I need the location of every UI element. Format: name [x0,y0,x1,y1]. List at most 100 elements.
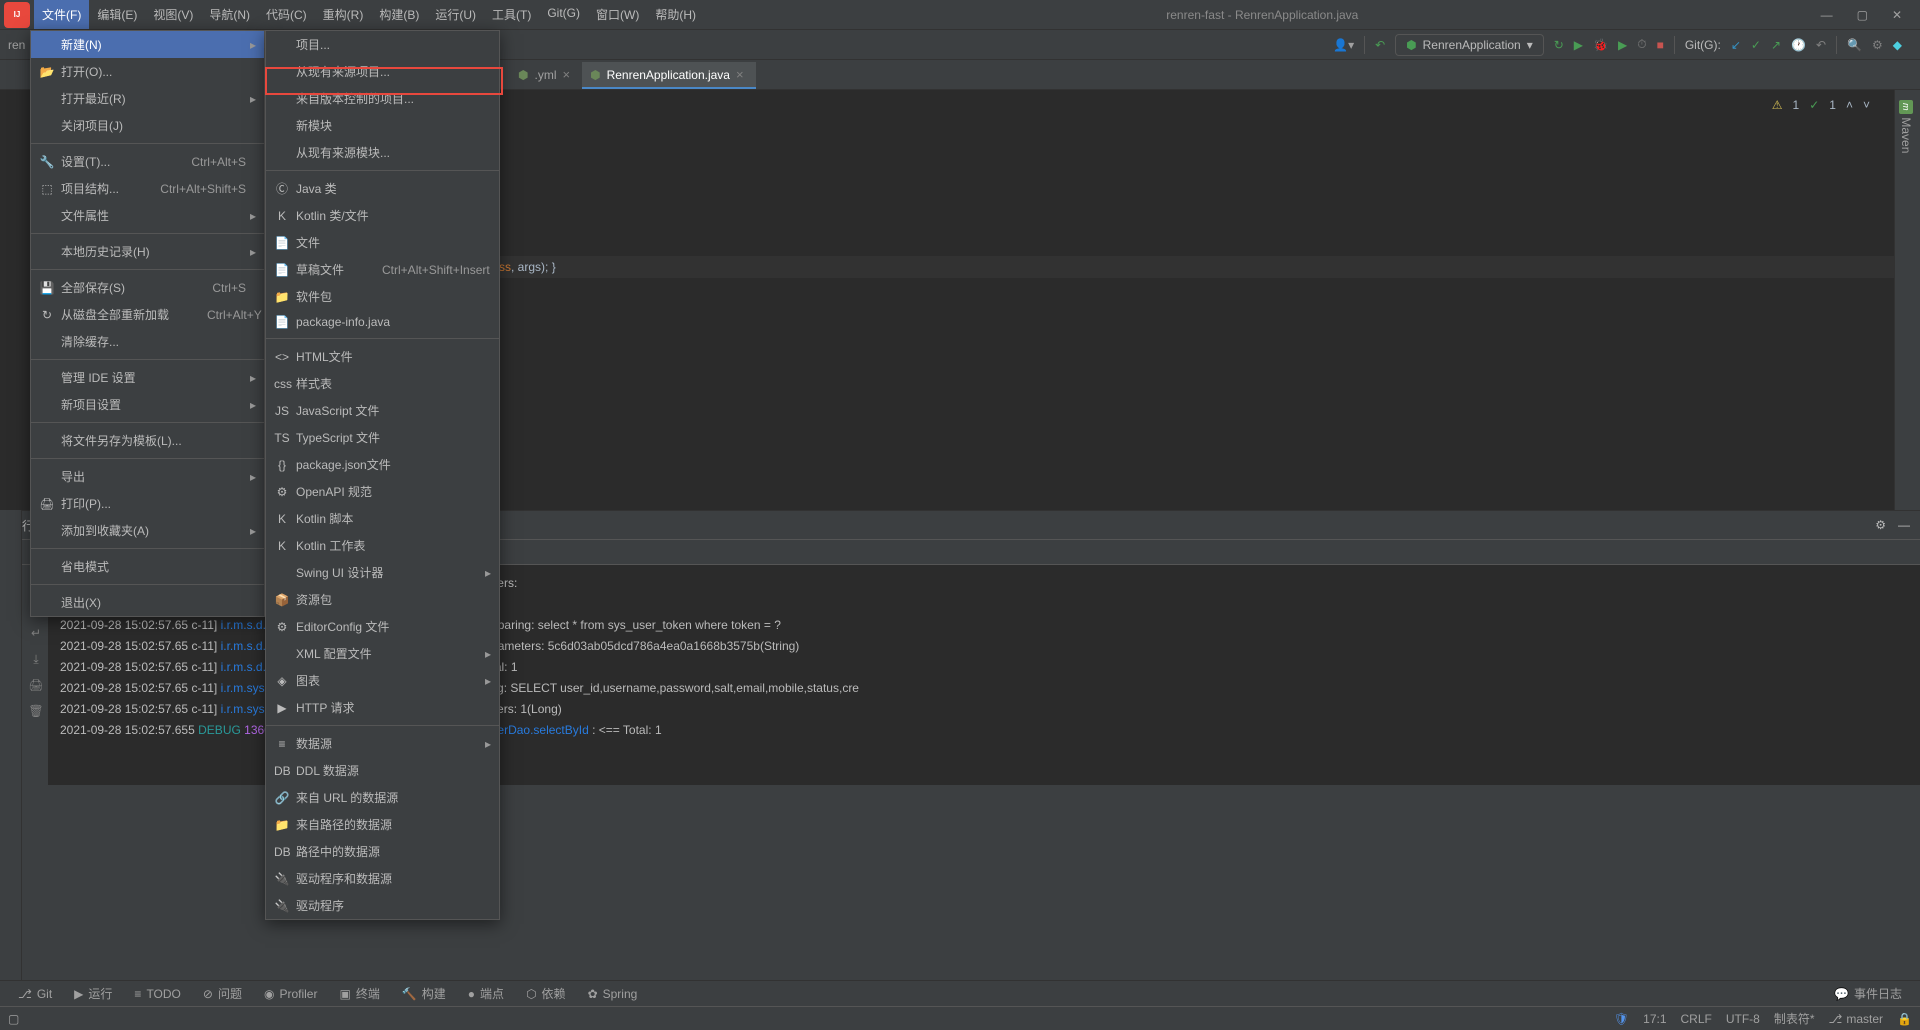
run-icon[interactable]: ▶ [1574,38,1583,52]
wrap-icon[interactable]: ↵ [28,625,44,641]
git-update-icon[interactable]: ↙ [1731,38,1741,52]
menu-item[interactable]: 来自版本控制的项目... [266,85,499,112]
bottom-tab[interactable]: ✿Spring [578,983,648,1005]
menu-item[interactable]: KKotlin 脚本 [266,505,499,532]
menu-item[interactable]: DBDDL 数据源 [266,757,499,784]
print-icon[interactable]: 🖨 [28,677,44,693]
menu-item[interactable]: 本地历史记录(H)▸ [31,238,264,265]
coverage-icon[interactable]: ▶ [1618,38,1627,52]
menu-item[interactable]: 项目... [266,31,499,58]
profile-icon[interactable]: ⏱ [1637,37,1646,52]
menu-item[interactable]: Swing UI 设计器▸ [266,559,499,586]
shield-icon[interactable]: 🛡 [1614,1012,1629,1026]
menu-item[interactable]: 重构(R) [315,0,372,29]
settings-icon[interactable]: ⚙ [1872,38,1883,52]
event-log-tab[interactable]: 💬事件日志 [1824,981,1912,1006]
bottom-tab[interactable]: 🔨构建 [392,981,456,1006]
menu-item[interactable]: Git(G) [539,0,588,29]
menu-item[interactable]: 🔌驱动程序和数据源 [266,865,499,892]
menu-item[interactable]: 代码(C) [258,0,315,29]
close-icon[interactable]: ✕ [1892,8,1902,22]
hide-icon[interactable]: — [1898,518,1910,532]
menu-item[interactable]: 管理 IDE 设置▸ [31,364,264,391]
menu-item[interactable]: 文件(F) [34,0,89,29]
chevron-down-icon[interactable]: ˅ [1863,94,1870,116]
menu-item[interactable]: 帮助(H) [647,0,704,29]
bottom-tab[interactable]: ▣终端 [329,981,389,1006]
search-icon[interactable]: 🔍 [1847,38,1862,52]
menu-item[interactable]: ▶HTTP 请求 [266,694,499,721]
file-encoding[interactable]: UTF-8 [1726,1012,1760,1026]
user-icon[interactable]: 👤▾ [1333,38,1354,52]
menu-item[interactable]: ⒸJava 类 [266,175,499,202]
git-history-icon[interactable]: 🕐 [1791,38,1806,52]
menu-item[interactable]: 编辑(E) [89,0,145,29]
code-inspection-status[interactable]: ⚠1 ✓1 ˄ ˅ [1772,94,1870,116]
menu-item[interactable]: DB路径中的数据源 [266,838,499,865]
menu-item[interactable]: KKotlin 类/文件 [266,202,499,229]
stop-icon[interactable]: ■ [1657,38,1664,52]
maximize-icon[interactable]: ▢ [1857,8,1868,22]
menu-item[interactable]: 🔌驱动程序 [266,892,499,919]
indent-info[interactable]: 制表符* [1774,1010,1815,1027]
menu-item[interactable]: 🖨打印(P)... [31,490,264,517]
bottom-tab[interactable]: ⊘问题 [193,981,252,1006]
menu-item[interactable]: ≡数据源▸ [266,730,499,757]
menu-item[interactable]: 退出(X) [31,589,264,616]
close-icon[interactable]: × [736,67,744,82]
bottom-tab[interactable]: ≡TODO [124,983,190,1005]
editor-tab[interactable]: ⬢RenrenApplication.java× [582,62,756,89]
close-icon[interactable]: × [562,67,570,82]
menu-item[interactable]: ↻从磁盘全部重新加载Ctrl+Alt+Y [31,301,264,328]
menu-item[interactable]: 将文件另存为模板(L)... [31,427,264,454]
menu-item[interactable]: 📁来自路径的数据源 [266,811,499,838]
settings-icon[interactable]: ⚙ [1875,518,1886,532]
menu-item[interactable]: 构建(B) [371,0,427,29]
menu-item[interactable]: 🔗来自 URL 的数据源 [266,784,499,811]
menu-item[interactable]: 📂打开(O)... [31,58,264,85]
codewithme-icon[interactable]: ◆ [1893,38,1902,52]
update-icon[interactable]: ↻ [1554,38,1564,52]
run-config-selector[interactable]: ⬢ RenrenApplication ▾ [1395,34,1544,56]
menu-item[interactable]: ◈图表▸ [266,667,499,694]
menu-item[interactable]: 添加到收藏夹(A)▸ [31,517,264,544]
menu-item[interactable]: {}package.json文件 [266,451,499,478]
menu-item[interactable]: 导出▸ [31,463,264,490]
menu-item[interactable]: TSTypeScript 文件 [266,424,499,451]
bottom-tab[interactable]: ◉Profiler [254,983,328,1005]
back-arrow-icon[interactable]: ↶ [1375,38,1385,52]
menu-item[interactable]: 📄文件 [266,229,499,256]
debug-icon[interactable]: 🐞 [1593,38,1608,52]
git-push-icon[interactable]: ↗ [1771,38,1781,52]
menu-item[interactable]: 📁软件包 [266,283,499,310]
menu-item[interactable]: 新模块 [266,112,499,139]
bottom-tab[interactable]: ●端点 [458,981,514,1006]
menu-item[interactable]: 📄package-info.java [266,310,499,334]
menu-item[interactable]: 运行(U) [427,0,484,29]
minimize-icon[interactable]: — [1821,8,1833,22]
bottom-tab[interactable]: ⬡依赖 [516,981,576,1006]
tool-windows-icon[interactable]: ▢ [8,1012,19,1026]
menu-item[interactable]: 📄草稿文件Ctrl+Alt+Shift+Insert [266,256,499,283]
menu-item[interactable]: 🔧设置(T)...Ctrl+Alt+S [31,148,264,175]
scroll-icon[interactable]: ⤓ [28,651,44,667]
menu-item[interactable]: 关闭项目(J) [31,112,264,139]
menu-item[interactable]: 💾全部保存(S)Ctrl+S [31,274,264,301]
bottom-tab[interactable]: ▶运行 [64,981,122,1006]
side-tab-maven[interactable]: m Maven [1895,90,1917,163]
lock-icon[interactable]: 🔒 [1897,1012,1912,1026]
bottom-tab[interactable]: ⎇Git [8,983,62,1005]
menu-item[interactable]: 新建(N)▸ [31,31,264,58]
breadcrumb-item[interactable]: ren [8,38,25,52]
menu-item[interactable]: JSJavaScript 文件 [266,397,499,424]
menu-item[interactable]: KKotlin 工作表 [266,532,499,559]
git-branch[interactable]: ⎇ master [1829,1012,1884,1026]
menu-item[interactable]: ⚙EditorConfig 文件 [266,613,499,640]
menu-item[interactable]: 清除缓存... [31,328,264,355]
menu-item[interactable]: 从现有来源项目... [266,58,499,85]
cursor-position[interactable]: 17:1 [1643,1012,1666,1026]
menu-item[interactable]: 视图(V) [145,0,201,29]
menu-item[interactable]: 窗口(W) [588,0,647,29]
menu-item[interactable]: 导航(N) [201,0,258,29]
menu-item[interactable]: 工具(T) [484,0,539,29]
